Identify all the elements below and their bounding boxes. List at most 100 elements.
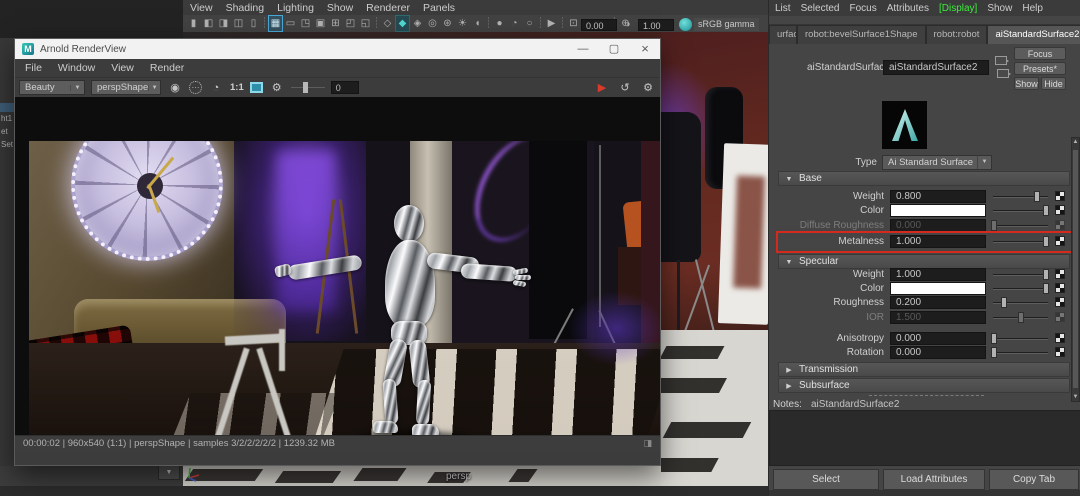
toolbar-icon[interactable]: ▣ (313, 16, 328, 31)
anisotropy-field[interactable]: 0.000 (890, 332, 986, 345)
base-color-slider[interactable] (993, 205, 1050, 216)
map-button-icon[interactable] (1055, 269, 1065, 279)
select-button[interactable]: Select (773, 469, 879, 490)
toolbar-icon[interactable]: ◫ (231, 16, 246, 31)
ae-menu-show[interactable]: Show (987, 3, 1012, 14)
map-button-icon[interactable] (1055, 283, 1065, 293)
spec-weight-slider[interactable] (993, 269, 1050, 280)
hide-button[interactable]: Hide (1041, 77, 1066, 90)
maximize-icon[interactable]: ▢ (599, 39, 629, 59)
outliner-selected-row[interactable] (0, 103, 14, 112)
render-canvas[interactable]: 00:00:02 | 960x540 (1:1) | perspShape | … (15, 97, 660, 451)
map-button-icon[interactable] (1055, 347, 1065, 357)
ae-menu-display[interactable]: [Display] (939, 3, 977, 14)
toolbar-icon[interactable]: ◖ (470, 16, 485, 31)
ior-field[interactable]: 1.500 (890, 311, 986, 324)
toolbar-icon[interactable]: ⊞ (328, 16, 343, 31)
base-weight-field[interactable]: 0.800 (890, 190, 986, 203)
settings-gear-icon[interactable]: ⚙ (269, 81, 285, 94)
debug-shading-icon[interactable]: ◔ (208, 82, 224, 94)
diffuse-roughness-slider[interactable] (991, 220, 1048, 231)
rv-menu-render[interactable]: Render (150, 62, 184, 74)
notes-splitter[interactable] (869, 395, 984, 396)
toolbar-icon[interactable]: ⊛ (440, 16, 455, 31)
window-titlebar[interactable]: M Arnold RenderView (15, 39, 660, 59)
outliner-item[interactable]: Set (1, 140, 13, 149)
toolbar-icon[interactable]: ● (492, 16, 507, 31)
ae-menu-focus[interactable]: Focus (849, 3, 876, 14)
toolbar-icon[interactable]: ◰ (343, 16, 358, 31)
spec-roughness-slider[interactable] (993, 297, 1048, 308)
menu-lighting[interactable]: Lighting (277, 2, 314, 14)
tab-robot[interactable]: robot:robot (925, 25, 988, 44)
minimize-icon[interactable]: — (568, 39, 598, 59)
close-icon[interactable]: × (630, 39, 660, 59)
anisotropy-slider[interactable] (991, 333, 1048, 344)
diffuse-roughness-field[interactable]: 0.000 (890, 219, 986, 232)
refresh-icon[interactable]: ↺ (617, 81, 633, 94)
menu-show[interactable]: Show (327, 2, 353, 14)
ior-slider[interactable] (993, 312, 1048, 323)
gamma-field[interactable]: 1.00 (638, 18, 674, 31)
base-weight-slider[interactable] (993, 191, 1048, 202)
aov-dropdown[interactable]: Beauty ▼ (19, 80, 85, 95)
tab-bevelsurface1shape[interactable]: robot:bevelSurface1Shape (797, 25, 926, 44)
base-color-swatch[interactable] (890, 204, 986, 217)
section-specular[interactable]: ▼ Specular (778, 254, 1070, 269)
toolbar-icon[interactable]: ▮ (186, 16, 201, 31)
spec-weight-field[interactable]: 1.000 (890, 268, 986, 281)
toolbar-icon[interactable]: ◎ (425, 16, 440, 31)
maya-viewport[interactable] (661, 32, 768, 486)
ae-menu-selected[interactable]: Selected (801, 3, 840, 14)
ae-menu-list[interactable]: List (775, 3, 791, 14)
outliner-item[interactable]: et (1, 127, 8, 136)
spec-color-swatch[interactable] (890, 282, 986, 295)
menu-shading[interactable]: Shading (226, 2, 265, 14)
ae-scrollbar[interactable]: ▲ ▼ (1071, 137, 1080, 402)
map-button-icon[interactable] (1055, 297, 1065, 307)
toolbar-icon[interactable]: ▭ (283, 16, 298, 31)
camera-dropdown[interactable]: perspShape ▼ (91, 80, 161, 95)
play-icon[interactable]: ▶ (594, 81, 610, 94)
scroll-down-icon[interactable]: ▼ (1072, 394, 1079, 400)
section-subsurface[interactable]: ▶ Subsurface (778, 378, 1070, 393)
outliner-item[interactable]: ht1 (1, 114, 12, 123)
type-dropdown[interactable]: Ai Standard Surface ▼ (882, 155, 992, 170)
in-connection-icon[interactable] (995, 56, 1009, 65)
rotation-slider[interactable] (991, 347, 1048, 358)
spec-color-slider[interactable] (993, 283, 1050, 294)
load-attributes-button[interactable]: Load Attributes (883, 469, 985, 490)
menu-renderer[interactable]: Renderer (366, 2, 410, 14)
toolbar-icon[interactable]: ▯ (246, 16, 261, 31)
colorspace-dropdown[interactable]: sRGB gamma (694, 18, 759, 31)
notes-textarea[interactable] (769, 410, 1080, 466)
panel-collapse-dropdown[interactable]: ▼ (158, 464, 180, 480)
map-button-icon[interactable] (1055, 236, 1065, 246)
section-transmission[interactable]: ▶ Transmission (778, 362, 1070, 377)
zoom-ratio-label[interactable]: 1:1 (230, 82, 244, 93)
map-button-icon[interactable] (1055, 312, 1065, 322)
scroll-up-icon[interactable]: ▲ (1072, 139, 1079, 145)
map-button-icon[interactable] (1055, 333, 1065, 343)
viewport-floor-strip[interactable] (183, 466, 661, 486)
metalness-slider[interactable] (993, 236, 1050, 247)
toolbar-icon[interactable]: ◆ (395, 15, 410, 32)
node-name-field[interactable]: aiStandardSurface2 (883, 60, 989, 75)
snapshots-icon[interactable]: ··· (189, 81, 202, 94)
metalness-field[interactable]: 1.000 (890, 235, 986, 248)
tab-aistandardsurface2[interactable]: aiStandardSurface2 (987, 25, 1080, 44)
toolbar-icon[interactable]: ◈ (410, 16, 425, 31)
display-window-icon[interactable] (249, 82, 263, 93)
map-button-icon[interactable] (1055, 205, 1065, 215)
toolbar-icon[interactable]: ▶ (544, 16, 559, 31)
map-button-icon[interactable] (1055, 191, 1065, 201)
exposure-field[interactable]: 0.00 (581, 18, 617, 31)
map-button-icon[interactable] (1055, 220, 1065, 230)
toolbar-icon[interactable]: ○ (522, 16, 537, 31)
rv-menu-file[interactable]: File (25, 62, 42, 74)
toolbar-icon[interactable]: ◳ (298, 16, 313, 31)
copy-tab-button[interactable]: Copy Tab (989, 469, 1079, 490)
toolbar-icon[interactable]: ▦ (268, 15, 283, 32)
toolbar-icon[interactable]: ☀ (455, 16, 470, 31)
show-button[interactable]: Show (1014, 77, 1039, 90)
